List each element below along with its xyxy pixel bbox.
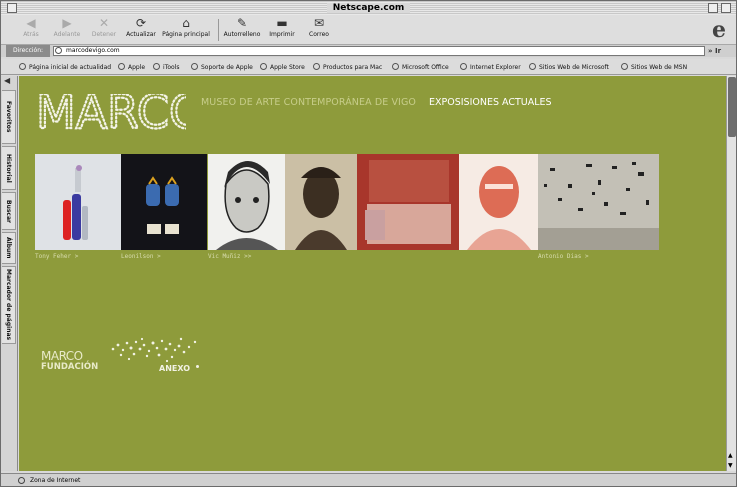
collapse-box[interactable] <box>721 3 731 13</box>
status-zone-text: Zona de Internet <box>30 477 81 484</box>
zoom-box[interactable] <box>708 3 718 13</box>
favorite-folder-1[interactable]: Sitios Web de Microsoft <box>529 63 609 71</box>
exhibition-photo-5[interactable] <box>357 154 459 250</box>
scroll-up-arrow-icon[interactable]: ▲ <box>728 452 733 459</box>
caption-vic-muniz-link[interactable]: Vic Muñiz >> <box>208 253 251 260</box>
marco-logo[interactable]: MARCO <box>36 94 186 132</box>
exhibition-photo-2[interactable] <box>121 154 207 250</box>
favorite-folder-2[interactable]: Sitios Web de MSN <box>621 63 687 71</box>
window-title: Netscape.com <box>326 3 411 13</box>
favorite-link-7[interactable]: Microsoft Office <box>392 63 449 71</box>
home-icon: ⌂ <box>182 16 190 30</box>
page-globe-icon <box>55 47 62 54</box>
sidebar-tab-favoritos[interactable]: Favoritos <box>2 90 16 144</box>
current-exhibitions-link[interactable]: EXPOSISIONES ACTUALES <box>429 97 552 108</box>
status-bar: Zona de Internet <box>1 473 736 486</box>
mail-button[interactable]: ✉ Correo <box>306 16 332 44</box>
favorite-link-1[interactable]: Página inicial de actualidad <box>19 63 111 71</box>
globe-icon <box>392 63 399 70</box>
explorer-bar: ◀ Favoritos Historial Buscar Álbum Marca… <box>1 76 18 471</box>
home-button[interactable]: ⌂ Página principal <box>160 16 212 44</box>
sidebar-tab-buscar[interactable]: Buscar <box>2 192 16 230</box>
reload-icon: ⟳ <box>135 16 147 30</box>
exhibition-photo-6[interactable] <box>459 154 538 250</box>
scroll-down-arrow-icon[interactable]: ▼ <box>728 462 733 469</box>
globe-icon <box>19 63 26 70</box>
exhibition-photo-3[interactable] <box>208 154 285 250</box>
globe-icon <box>118 63 125 70</box>
caption-tony-feher-link[interactable]: Tony Feher > <box>35 253 78 260</box>
favorite-link-2[interactable]: Apple <box>118 63 145 71</box>
browser-window: Netscape.com ◀ Atrás ▶ Adelante ✕ Detene… <box>0 0 737 487</box>
globe-icon <box>191 63 198 70</box>
favorite-link-3[interactable]: iTools <box>153 63 179 71</box>
sidebar-toggle-arrow-icon[interactable]: ◀ <box>4 76 10 85</box>
title-bar[interactable]: Netscape.com <box>1 1 736 15</box>
favorite-link-6[interactable]: Productos para Mac <box>313 63 382 71</box>
folder-icon <box>529 63 536 70</box>
favorite-link-4[interactable]: Soporte de Apple <box>191 63 253 71</box>
anexo-label: ANEXO <box>159 364 191 373</box>
globe-icon <box>313 63 320 70</box>
globe-icon <box>153 63 160 70</box>
caption-antonio-dias-link[interactable]: Antonio Dias > <box>538 253 589 260</box>
autofill-pen-icon: ✎ <box>236 16 248 30</box>
printer-icon: ▬ <box>276 16 288 30</box>
back-button[interactable]: ◀ Atrás <box>18 16 44 44</box>
scrollbar-thumb[interactable] <box>728 77 736 137</box>
go-button[interactable]: » Ir <box>708 45 734 57</box>
toolbar-separator <box>218 19 219 41</box>
stop-button[interactable]: ✕ Detener <box>89 16 119 44</box>
favorite-link-5[interactable]: Apple Store <box>260 63 305 71</box>
vertical-scrollbar[interactable]: ▲ ▼ <box>726 76 736 471</box>
globe-icon <box>260 63 267 70</box>
favorites-bar: Página inicial de actualidad Apple iTool… <box>1 59 736 75</box>
exhibition-photo-1[interactable] <box>35 154 121 250</box>
autofill-button[interactable]: ✎ Autorrelleno <box>222 16 262 44</box>
marco-fundacion-link[interactable]: MARCO FUNDACIÓN <box>41 350 98 373</box>
anexo-dot <box>196 365 199 368</box>
caption-leonilson-link[interactable]: Leonilson > <box>121 253 161 260</box>
folder-icon <box>621 63 628 70</box>
address-bar: Dirección: marcodevigo.com » Ir <box>1 45 736 57</box>
reload-button[interactable]: ⟳ Actualizar <box>124 16 158 44</box>
address-label: Dirección: <box>6 45 50 57</box>
sidebar-tab-album[interactable]: Álbum <box>2 232 16 264</box>
forward-button[interactable]: ▶ Adelante <box>51 16 83 44</box>
forward-arrow-icon: ▶ <box>62 16 72 30</box>
globe-icon <box>460 63 467 70</box>
exhibition-photo-4[interactable] <box>285 154 357 250</box>
back-arrow-icon: ◀ <box>26 16 36 30</box>
stop-x-icon: ✕ <box>98 16 110 30</box>
explorer-e-logo-icon: e <box>712 17 726 43</box>
envelope-icon: ✉ <box>313 16 325 30</box>
marco-logo-text: MARCO <box>36 94 186 132</box>
address-input[interactable]: marcodevigo.com <box>53 46 705 56</box>
exhibition-photo-7[interactable] <box>538 154 659 250</box>
print-button[interactable]: ▬ Imprimir <box>267 16 297 44</box>
favorite-link-8[interactable]: Internet Explorer <box>460 63 521 71</box>
anexo-link[interactable]: ANEXO <box>109 337 204 375</box>
sidebar-tab-historial[interactable]: Historial <box>2 146 16 190</box>
page-content: MARCO MUSEO DE ARTE CONTEMPORÁNEA DE VIG… <box>19 76 726 471</box>
navigation-toolbar: ◀ Atrás ▶ Adelante ✕ Detener ⟳ Actualiza… <box>1 15 736 45</box>
internet-zone-globe-icon <box>18 477 25 484</box>
sidebar-tab-marcador[interactable]: Marcador de páginas <box>2 266 16 344</box>
museum-subtitle: MUSEO DE ARTE CONTEMPORÁNEA DE VIGO <box>201 97 416 108</box>
